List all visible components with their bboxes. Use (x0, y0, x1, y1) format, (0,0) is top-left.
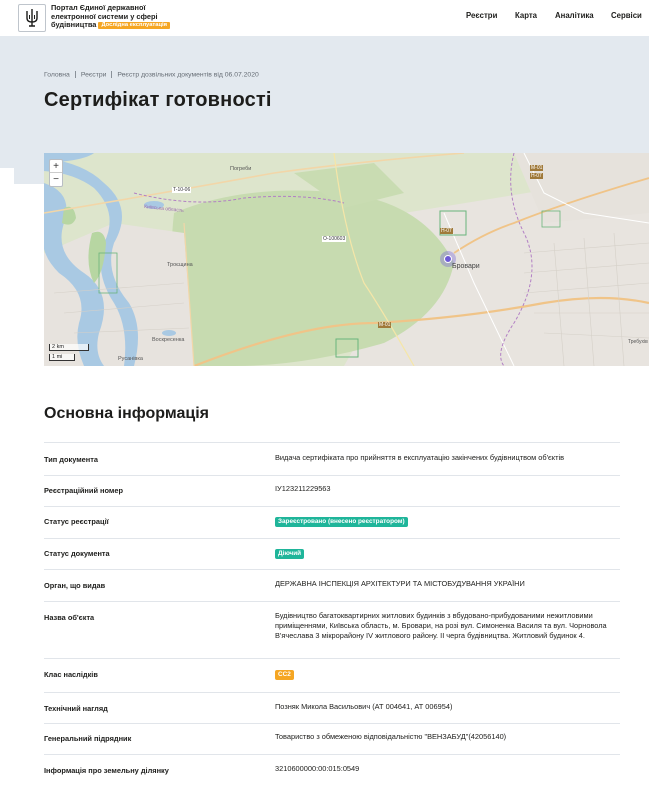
map-label-road-t1006: T-10-06 (172, 187, 192, 193)
breadcrumb: Головна Реєстри Реєстр дозвільних документ… (44, 71, 259, 78)
map-label-rusanivka: Русанівка (118, 356, 143, 362)
row-label: Клас наслідків (44, 670, 98, 679)
map-label-trebukhiv: Требухів (628, 339, 648, 345)
map-label-troieshchyna: Троєщина (167, 262, 193, 268)
map-scale-km: 2 km (49, 344, 89, 351)
row-value: Товариство з обмеженою відповідальністю … (275, 732, 507, 741)
zoom-in-button[interactable]: + (50, 160, 62, 173)
row-label: Статус реєстрації (44, 517, 109, 526)
info-row-doc-status: Статус документа Діючий (44, 538, 620, 569)
breadcrumb-current: Реєстр дозвільних документів від 06.07.2… (117, 71, 259, 79)
location-marker[interactable] (444, 255, 452, 263)
portal-title-line3: будівництва (51, 20, 97, 30)
reg-status-badge: Зареєстровано (внесено реєстратором) (275, 517, 408, 527)
row-label: Назва об'єкта (44, 613, 95, 622)
section-title: Основна інформація (44, 405, 209, 422)
row-value: ДЕРЖАВНА ІНСПЕКЦІЯ АРХІТЕКТУРИ ТА МІСТОБ… (275, 579, 525, 588)
map-label-road-h07: H-07 (440, 228, 453, 234)
info-row-reg-number: Реєстраційний номер ІУ123211229563 (44, 475, 620, 506)
trident-logo-icon[interactable] (18, 4, 46, 32)
row-label: Тип документа (44, 455, 98, 464)
breadcrumb-registries[interactable]: Реєстри (81, 71, 107, 78)
row-value: Видача сертифіката про прийняття в експл… (275, 453, 565, 462)
row-label: Статус документа (44, 549, 110, 558)
portal-title[interactable]: Портал Єдиної державної електронної сист… (51, 3, 191, 30)
info-row-land: Інформація про земельну ділянку 32106000… (44, 754, 620, 791)
map-label-road-m01: M-01 (378, 322, 392, 328)
map-label-voskresenka: Воскресенка (152, 337, 185, 343)
nav-services[interactable]: Сервіси (611, 11, 642, 20)
breadcrumb-home[interactable]: Головна (44, 71, 70, 78)
row-label: Реєстраційний номер (44, 486, 124, 495)
nav-registries[interactable]: Реєстри (466, 11, 497, 20)
nav-map[interactable]: Карта (515, 11, 537, 20)
map-label-road-h07-north: H-07 (530, 173, 543, 179)
doc-status-badge: Діючий (275, 549, 305, 559)
map-label-pohreby: Погреби (230, 166, 252, 172)
info-row-contractor: Генеральний підрядник Товариство з обмеж… (44, 723, 620, 754)
map-label-brovary: Бровари (452, 263, 480, 270)
info-row-issuer: Орган, що видав ДЕРЖАВНА ІНСПЕКЦІЯ АРХІТ… (44, 569, 620, 601)
row-value: ІУ123211229563 (275, 484, 331, 493)
row-label: Генеральний підрядник (44, 734, 132, 743)
nav-analytics[interactable]: Аналітика (555, 11, 594, 20)
row-label: Орган, що видав (44, 581, 106, 590)
info-row-doc-type: Тип документа Видача сертифіката про при… (44, 442, 620, 475)
info-row-supervision: Технічний нагляд Позняк Микола Васильови… (44, 692, 620, 723)
info-row-object-name: Назва об'єкта Будівництво багатоквартирн… (44, 601, 620, 658)
map-zoom-controls: + − (49, 159, 63, 187)
map-label-road-m01-north: M-01 (530, 165, 544, 171)
map-canvas (44, 153, 649, 366)
consequence-class-badge: СС2 (275, 670, 294, 680)
breadcrumb-separator (111, 71, 113, 78)
row-value: 3210600000:00:015:0549 (275, 764, 360, 773)
info-row-class: Клас наслідків СС2 (44, 658, 620, 692)
map-view[interactable]: Бровари Русанівка Воскресенка Троєщина П… (44, 153, 649, 366)
row-label: Інформація про земельну ділянку (44, 766, 169, 775)
map-label-road-o100603: O-100603 (322, 236, 347, 242)
row-value: Позняк Микола Васильович (АТ 004641, АТ … (275, 702, 453, 711)
zoom-out-button[interactable]: − (50, 173, 62, 186)
top-header: Портал Єдиної державної електронної сист… (0, 0, 649, 36)
info-row-reg-status: Статус реєстрації Зареєстровано (внесено… (44, 506, 620, 538)
row-value: Будівництво багатоквартирних житлових бу… (275, 611, 607, 641)
map-scale-mi: 1 mi (49, 354, 75, 361)
breadcrumb-separator (74, 71, 76, 78)
page-title: Сертифікат готовності (44, 89, 272, 111)
hero-corner (0, 168, 14, 184)
beta-badge: Дослідна експлуатація (98, 21, 171, 29)
row-label: Технічний нагляд (44, 704, 108, 713)
